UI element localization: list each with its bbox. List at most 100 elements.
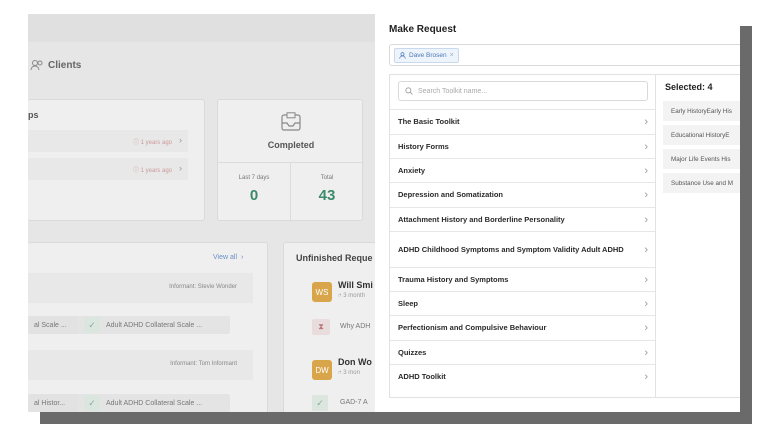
toolkit-item-label: Anxiety: [398, 165, 426, 175]
toolkit-item-label: Attachment History and Borderline Person…: [398, 214, 565, 224]
search-placeholder: Search Toolkit name...: [418, 87, 488, 95]
hourglass-icon: ⧗: [312, 319, 330, 335]
chevron-right-icon: ›: [179, 163, 182, 173]
recipient-input[interactable]: Dave Brosen ×: [389, 44, 740, 66]
chevron-right-icon: ›: [644, 371, 648, 383]
toolkit-item[interactable]: Depression and Somatization ›: [390, 182, 656, 207]
top-bar: [28, 14, 375, 42]
chevron-right-icon: ›: [241, 254, 244, 261]
user-icon: [399, 52, 406, 59]
toolkit-item[interactable]: Perfectionism and Compulsive Behaviour ›: [390, 315, 656, 340]
form-pill[interactable]: ✓ Adult ADHD Collateral Scale ...: [78, 394, 230, 412]
informant-row: Informant: Stevie Wonder: [28, 273, 253, 303]
recent-requests-card: View all › Informant: Stevie Wonder al S…: [28, 242, 268, 412]
chevron-right-icon: ›: [644, 243, 648, 256]
chevron-right-icon: ›: [644, 140, 648, 153]
avatar: DW: [312, 360, 332, 380]
toolkit-item[interactable]: Quizzes ›: [390, 340, 656, 364]
toolkit-item[interactable]: Attachment History and Borderline Person…: [390, 207, 656, 231]
chevron-right-icon: ›: [644, 346, 648, 359]
toolkit-item-label: Depression and Somatization: [398, 190, 504, 199]
selected-title: Selected: 4: [665, 82, 713, 92]
selected-pane: Selected: 4 Early HistoryEarly His Educat…: [655, 74, 740, 398]
form-item[interactable]: GAD-7 A: [340, 399, 368, 406]
users-icon: [30, 60, 43, 71]
request-row[interactable]: ⓘ 1 years ago ›: [28, 158, 188, 180]
unfinished-card: Unfinished Reque WS Will Smi ⑁ 3 month ⧗…: [283, 242, 383, 412]
chevron-right-icon: ›: [644, 322, 648, 334]
last7-value: 0: [249, 187, 259, 204]
make-request-modal: Make Request Dave Brosen × Search Toolki…: [375, 14, 740, 412]
recipient-chip-label: Dave Brosen: [409, 52, 447, 59]
toolkit-item[interactable]: History Forms ›: [390, 134, 656, 158]
toolkit-item[interactable]: The Basic Toolkit ›: [390, 109, 656, 134]
nav-clients[interactable]: Clients: [30, 54, 81, 76]
check-icon: ✓: [84, 317, 100, 333]
client-name[interactable]: Will Smi: [338, 280, 373, 290]
toolkit-item-label: Perfectionism and Compulsive Behaviour: [398, 323, 547, 332]
form-pill[interactable]: ✓ Adult ADHD Collateral Scale ...: [78, 316, 230, 334]
view-all-link[interactable]: View all ›: [213, 254, 243, 261]
toolkit-item-label: Sleep: [398, 298, 419, 308]
total-label: Total: [320, 175, 334, 181]
toolkit-list-pane: Search Toolkit name... The Basic Toolkit…: [389, 74, 656, 398]
selected-item[interactable]: Substance Use and M: [663, 173, 740, 193]
selected-item[interactable]: Educational HistoryE: [663, 125, 740, 145]
request-time: ⓘ 1 years ago: [132, 140, 172, 146]
form-pill-label: al Scale ...: [34, 321, 67, 329]
chevron-right-icon: ›: [644, 273, 648, 286]
completed-card: Completed Last 7 days 0 Total 43: [217, 99, 364, 222]
toolkit-item[interactable]: Trauma History and Symptoms ›: [390, 267, 656, 291]
informant-row: Informant: Tom Informant: [28, 350, 253, 380]
close-icon[interactable]: ×: [450, 52, 454, 59]
informant-label: Informant: Tom Informant: [170, 361, 237, 367]
toolkit-item-label: The Basic Toolkit: [398, 117, 460, 126]
informant-label: Informant: Stevie Wonder: [169, 284, 237, 290]
recipient-chip[interactable]: Dave Brosen ×: [394, 48, 459, 63]
divider: [218, 162, 364, 163]
client-name[interactable]: Don Wo: [338, 357, 372, 367]
check-icon: ✓: [312, 395, 328, 411]
check-icon: ✓: [84, 395, 100, 411]
form-item[interactable]: Why ADH: [340, 323, 370, 330]
toolkit-item-label: ADHD Toolkit: [398, 372, 446, 381]
search-input[interactable]: Search Toolkit name...: [398, 81, 648, 101]
dashboard-background: Clients ps ⓘ 1 years ago › ⓘ 1 years ago…: [28, 14, 383, 412]
completed-title: Completed: [267, 140, 315, 150]
nav-clients-label: Clients: [48, 59, 82, 71]
toolkit-item-label: ADHD Childhood Symptoms and Symptom Vali…: [398, 244, 624, 254]
chevron-right-icon: ›: [644, 189, 648, 201]
request-row[interactable]: ⓘ 1 years ago ›: [28, 130, 188, 152]
form-pill-label: Adult ADHD Collateral Scale ...: [106, 399, 203, 407]
toolkit-item[interactable]: ADHD Toolkit ›: [390, 364, 656, 389]
modal-title: Make Request: [389, 24, 457, 35]
request-time: ⓘ 1 years ago: [132, 168, 172, 174]
chevron-right-icon: ›: [644, 116, 648, 128]
client-meta: ⑁ 3 mon: [338, 370, 360, 376]
chevron-right-icon: ›: [644, 164, 648, 177]
app-window: Clients ps ⓘ 1 years ago › ⓘ 1 years ago…: [28, 14, 740, 412]
form-pill-label: al Histor...: [34, 399, 66, 407]
toolkit-item[interactable]: Anxiety ›: [390, 158, 656, 182]
chevron-right-icon: ›: [179, 135, 182, 145]
view-all-label: View all: [213, 254, 237, 261]
chevron-right-icon: ›: [644, 297, 648, 310]
unfinished-title: Unfinished Reque: [296, 253, 373, 263]
last7-label: Last 7 days: [238, 175, 270, 181]
selected-item[interactable]: Early HistoryEarly His: [663, 101, 740, 121]
toolkit-item[interactable]: ADHD Childhood Symptoms and Symptom Vali…: [390, 231, 656, 267]
search-icon: [405, 87, 413, 95]
requests-card-title: ps: [28, 110, 39, 120]
requests-card: ps ⓘ 1 years ago › ⓘ 1 years ago ›: [28, 99, 205, 221]
toolkit-item-label: Quizzes: [398, 347, 427, 357]
avatar: WS: [312, 282, 332, 302]
toolkit-item-label: Trauma History and Symptoms: [398, 274, 509, 284]
total-value: 43: [318, 187, 336, 204]
form-pill-label: Adult ADHD Collateral Scale ...: [106, 321, 203, 329]
selected-item[interactable]: Major Life Events His: [663, 149, 740, 169]
chevron-right-icon: ›: [644, 213, 648, 226]
inbox-icon: [281, 112, 301, 131]
toolkit-item-label: History Forms: [398, 141, 449, 151]
toolkit-item[interactable]: Sleep ›: [390, 291, 656, 315]
client-meta: ⑁ 3 month: [338, 293, 365, 299]
